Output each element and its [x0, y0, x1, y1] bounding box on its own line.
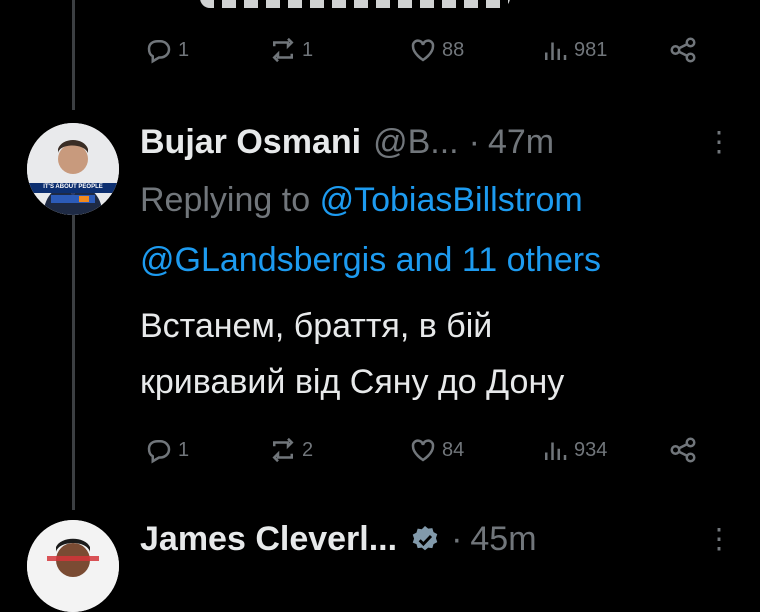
- views-icon: [545, 42, 567, 60]
- author-handle[interactable]: @B...: [373, 123, 459, 162]
- retweet-button[interactable]: 2: [268, 435, 313, 465]
- view-count: 934: [574, 438, 608, 461]
- views-button[interactable]: 981: [540, 35, 607, 65]
- tweet-actions-bujar: 1 2 84 934: [140, 430, 710, 470]
- share-icon: [670, 437, 696, 463]
- replying-to-line: Replying to @TobiasBillstrom: [140, 172, 583, 228]
- author-name[interactable]: James Cleverl...: [140, 520, 397, 559]
- tweet-header-james: James Cleverl... · 45m: [140, 520, 537, 559]
- retweet-icon: [272, 37, 294, 63]
- heart-icon: [411, 439, 435, 462]
- avatar-james-cleverly[interactable]: [27, 520, 119, 612]
- heart-icon: [411, 39, 435, 62]
- more-options-icon[interactable]: ⋮: [705, 525, 733, 553]
- timestamp[interactable]: 47m: [488, 123, 554, 162]
- avatar-portrait: [27, 520, 119, 612]
- tweet-body-line2: кривавий від Сяну до Дону: [140, 363, 565, 401]
- like-count: 88: [442, 38, 465, 61]
- reply-count: 1: [178, 38, 190, 61]
- share-icon: [670, 37, 696, 63]
- tweet-body-line1: Встанем, браття, в бій: [140, 307, 493, 345]
- avatar-bujar-osmani[interactable]: IT'S ABOUT PEOPLE: [27, 123, 119, 215]
- reply-icon: [147, 440, 171, 464]
- retweet-button[interactable]: 1: [268, 35, 313, 65]
- thread-line-middle: [72, 215, 75, 510]
- thread-line-top: [72, 0, 75, 110]
- like-button[interactable]: 88: [408, 35, 464, 65]
- views-icon: [545, 442, 567, 460]
- retweet-icon: [272, 437, 294, 463]
- mention-tobiasbillstrom[interactable]: @TobiasBillstrom: [320, 181, 583, 219]
- share-button[interactable]: [668, 435, 698, 465]
- timestamp[interactable]: 45m: [470, 520, 536, 559]
- reply-icon: [147, 40, 171, 64]
- separator-dot: ·: [451, 520, 463, 558]
- mention-glandsbergis-others[interactable]: @GLandsbergis and 11 others: [140, 232, 601, 288]
- avatar-portrait: [27, 123, 119, 215]
- retweet-count: 1: [302, 38, 314, 61]
- views-button[interactable]: 934: [540, 435, 607, 465]
- retweet-count: 2: [302, 438, 314, 461]
- tweet-actions-prev: 1 1 88 981: [140, 30, 710, 70]
- prev-tweet-text-fragment: [200, 0, 510, 8]
- separator-dot: ·: [468, 123, 480, 161]
- verified-badge-icon: [412, 525, 438, 550]
- like-count: 84: [442, 438, 465, 461]
- like-button[interactable]: 84: [408, 435, 464, 465]
- view-count: 981: [574, 38, 608, 61]
- tweet-header-bujar: Bujar Osmani @B... · 47m: [140, 123, 554, 162]
- replying-prefix: Replying to: [140, 181, 311, 219]
- reply-button[interactable]: 1: [144, 435, 189, 465]
- more-options-icon[interactable]: ⋮: [705, 128, 733, 156]
- avatar-banner-text: IT'S ABOUT PEOPLE: [43, 184, 103, 190]
- reply-count: 1: [178, 438, 190, 461]
- author-name[interactable]: Bujar Osmani: [140, 123, 361, 162]
- share-button[interactable]: [668, 35, 698, 65]
- reply-button[interactable]: 1: [144, 35, 189, 65]
